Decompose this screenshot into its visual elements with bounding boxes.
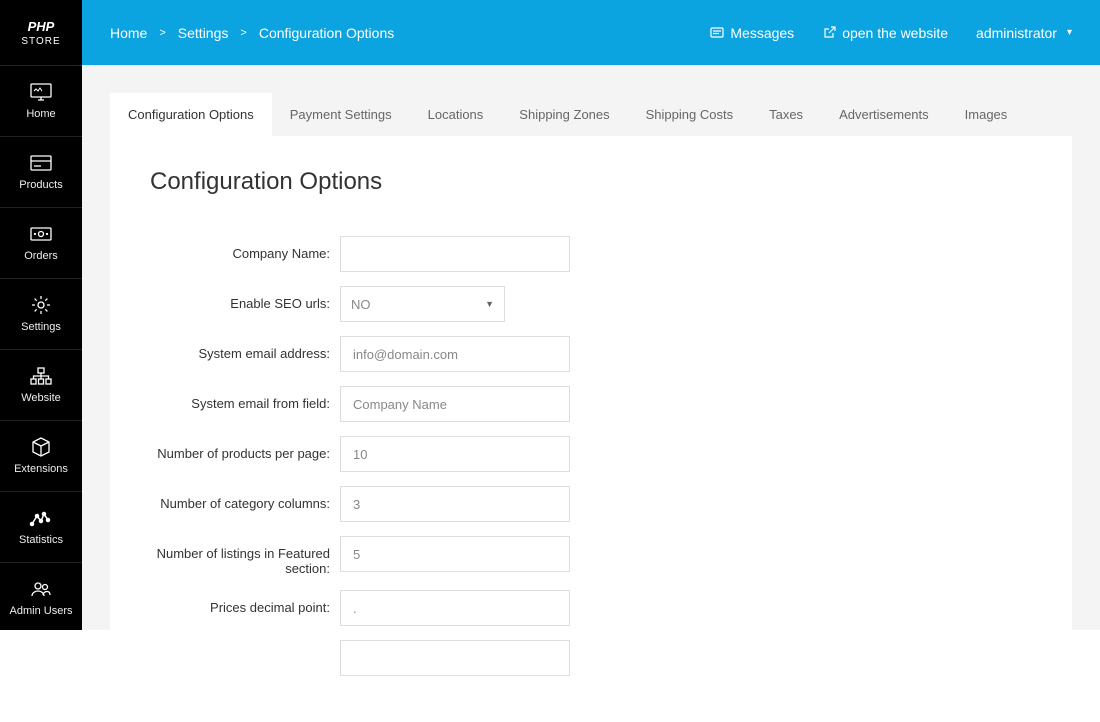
sidebar-item-admin-users[interactable]: Admin Users [0,562,82,633]
user-menu[interactable]: administrator ▾ [976,25,1072,41]
breadcrumb-settings[interactable]: Settings [178,25,229,41]
form-row-next [150,640,1032,676]
breadcrumb-separator: > [240,27,246,39]
chart-icon [29,508,53,528]
form-row-seo: Enable SEO urls: NO ▼ [150,286,1032,322]
breadcrumb-separator: > [159,27,165,39]
user-label: administrator [976,25,1057,41]
messages-label: Messages [730,25,794,41]
form-row-cat-cols: Number of category columns: [150,486,1032,522]
page-title: Configuration Options [150,168,1032,196]
email-address-label: System email address: [150,336,340,361]
sidebar-item-label: Settings [21,321,61,333]
tab-configuration-options[interactable]: Configuration Options [110,93,272,136]
next-label [150,640,340,650]
form-row-decimal: Prices decimal point: [150,590,1032,626]
email-address-input[interactable] [340,336,570,372]
open-website-label: open the website [842,25,948,41]
form-row-company-name: Company Name: [150,236,1032,272]
tab-payment-settings[interactable]: Payment Settings [272,93,410,136]
per-page-label: Number of products per page: [150,436,340,461]
tab-locations[interactable]: Locations [410,93,502,136]
sidebar-item-label: Statistics [19,534,63,546]
form-row-per-page: Number of products per page: [150,436,1032,472]
breadcrumb: Home > Settings > Configuration Options [110,25,394,41]
tabs: Configuration Options Payment Settings L… [110,93,1100,136]
next-input[interactable] [340,640,570,676]
seo-select[interactable]: NO ▼ [340,286,505,322]
seo-label: Enable SEO urls: [150,286,340,311]
sidebar-item-settings[interactable]: Settings [0,278,82,349]
panel: Configuration Options Company Name: Enab… [110,136,1072,722]
company-name-label: Company Name: [150,236,340,261]
logo-bottom: STORE [21,36,60,47]
sidebar-item-website[interactable]: Website [0,349,82,420]
form-row-email-from: System email from field: [150,386,1032,422]
seo-select-value: NO [351,297,371,312]
tab-advertisements[interactable]: Advertisements [821,93,947,136]
dropdown-arrow-icon: ▼ [485,299,494,309]
sitemap-icon [29,366,53,386]
external-link-icon [822,26,836,40]
featured-label: Number of listings in Featured section: [150,536,340,576]
header-right: Messages open the website administrator … [710,25,1072,41]
sidebar-item-label: Extensions [14,463,68,475]
tab-images[interactable]: Images [947,93,1026,136]
form-row-featured: Number of listings in Featured section: [150,536,1032,576]
company-name-input[interactable] [340,236,570,272]
logo-top: PHP [28,19,55,34]
tab-shipping-costs[interactable]: Shipping Costs [628,93,751,136]
gear-icon [29,295,53,315]
featured-input[interactable] [340,536,570,572]
sidebar-item-label: Admin Users [10,605,73,617]
sidebar: PHP STORE Home Products Orders Settings … [0,0,82,630]
email-from-input[interactable] [340,386,570,422]
sidebar-item-orders[interactable]: Orders [0,207,82,278]
logo: PHP STORE [0,0,82,65]
messages-link[interactable]: Messages [710,25,794,41]
breadcrumb-config[interactable]: Configuration Options [259,25,394,41]
message-icon [710,26,724,40]
cash-icon [29,224,53,244]
sidebar-item-extensions[interactable]: Extensions [0,420,82,491]
sidebar-item-label: Orders [24,250,58,262]
sidebar-item-label: Home [26,108,55,120]
per-page-input[interactable] [340,436,570,472]
open-website-link[interactable]: open the website [822,25,948,41]
sidebar-item-label: Products [19,179,62,191]
cube-icon [29,437,53,457]
email-from-label: System email from field: [150,386,340,411]
content-area: Configuration Options Payment Settings L… [82,65,1100,630]
sidebar-item-statistics[interactable]: Statistics [0,491,82,562]
cat-cols-input[interactable] [340,486,570,522]
form-row-email-address: System email address: [150,336,1032,372]
users-icon [29,579,53,599]
sidebar-item-home[interactable]: Home [0,65,82,136]
header: Home > Settings > Configuration Options … [82,0,1100,65]
chevron-down-icon: ▾ [1067,27,1072,38]
tab-shipping-zones[interactable]: Shipping Zones [501,93,627,136]
sidebar-item-label: Website [21,392,61,404]
tab-taxes[interactable]: Taxes [751,93,821,136]
decimal-input[interactable] [340,590,570,626]
cat-cols-label: Number of category columns: [150,486,340,511]
card-icon [29,153,53,173]
monitor-icon [29,82,53,102]
decimal-label: Prices decimal point: [150,590,340,615]
breadcrumb-home[interactable]: Home [110,25,147,41]
sidebar-item-products[interactable]: Products [0,136,82,207]
